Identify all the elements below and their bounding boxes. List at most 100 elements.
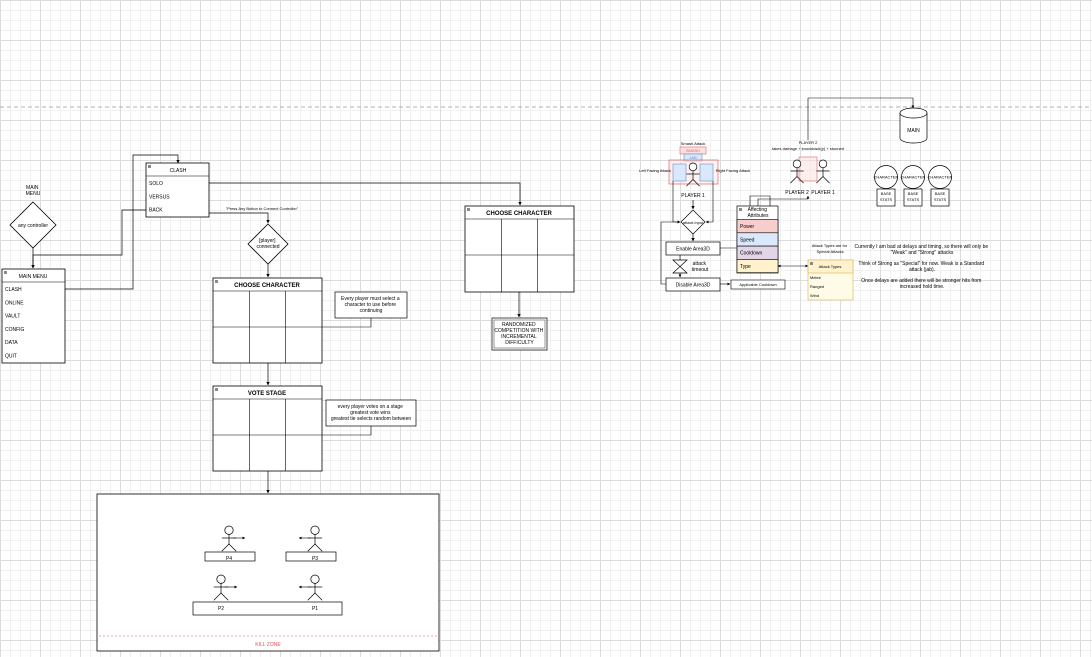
menu-icon <box>739 208 742 211</box>
main-menu-item[interactable]: CONFIG <box>5 327 25 333</box>
smash-attack-label: Smash Attack <box>681 141 705 146</box>
edge-player2-to-main <box>807 97 915 140</box>
note-1: Currently I am bad at delays and timing,… <box>854 244 989 256</box>
attack-input-label: attack input <box>683 220 704 225</box>
clash-menu-item[interactable]: BACK <box>149 208 163 214</box>
attack-types-title: Attack Types <box>819 264 842 269</box>
smash-box-label: SMASH <box>686 148 700 153</box>
attribute-label: Cooldown <box>740 251 762 257</box>
note-line: continuing <box>360 308 383 314</box>
edge-versus-to-connect <box>209 212 270 224</box>
start-label-line: MENU <box>26 191 41 197</box>
clash-menu-box[interactable]: CLASH SOLO VERSUS BACK <box>145 162 210 218</box>
clash-menu-item[interactable]: VERSUS <box>149 194 170 200</box>
connect-label-line: connected <box>256 244 279 250</box>
vote-stage-title: VOTE STAGE <box>248 391 286 397</box>
main-database-cylinder[interactable]: MAIN <box>899 107 928 144</box>
menu-icon <box>215 280 218 283</box>
edge-solo-to-choose2 <box>209 182 522 206</box>
choose-character-2-grid[interactable]: CHOOSE CHARACTER <box>464 205 575 293</box>
player2-block-title: PLAYER 2 <box>799 140 819 145</box>
arena-container: KILL ZONE <box>96 493 440 652</box>
menu-icon <box>148 165 151 168</box>
menu-icon <box>467 208 470 211</box>
player2-block-formula: takes damage + knockback(y) + stunned <box>772 146 844 151</box>
character-node[interactable]: CHARACTER BASESTATS <box>901 165 926 207</box>
character-node[interactable]: CHARACTER BASESTATS <box>874 165 899 207</box>
base-stats-label: BASE <box>881 191 892 196</box>
note-line: greatest tie selects random between <box>331 416 412 422</box>
player2-player1-label: PLAYER 1 <box>811 190 835 196</box>
character-name: CHARACTER <box>901 175 926 180</box>
note3-line: increased hold time. <box>900 284 945 290</box>
edge-left-hitbox-to-decision <box>672 181 681 224</box>
attribute-label: Power <box>740 224 755 230</box>
character-name: CHARACTER <box>874 175 899 180</box>
right-hitbox <box>699 163 714 182</box>
attribute-label: Speed <box>740 237 755 243</box>
main-menu-item[interactable]: ONLINE <box>5 300 24 306</box>
player2-label: PLAYER 2 <box>785 190 809 196</box>
note-3: Once delays are added there will be stro… <box>861 278 982 290</box>
player2-player1-figure <box>816 159 830 184</box>
edge-right-hitbox-to-decision <box>705 181 714 224</box>
attack-types-box: Attack Types Melee Ranged Wind <box>807 259 854 301</box>
choose-character-1-grid[interactable]: CHOOSE CHARACTER <box>212 277 323 364</box>
attack-type-item: Melee <box>810 275 822 280</box>
player-label: P1 <box>312 606 318 612</box>
diagram-canvas: MAIN MENU any controller MAIN MENU CLASH… <box>0 97 1092 652</box>
enable-area3d-label: Enable Area3D <box>676 247 710 253</box>
affecting-attributes-box: Affecting Attributes Power Speed Cooldown T… <box>736 205 779 274</box>
left-hitbox <box>672 163 687 182</box>
attribute-label: Type <box>740 264 751 270</box>
kill-zone-label: KILL ZONE <box>255 642 281 648</box>
timeout-line: timeout <box>692 267 709 273</box>
attack-note-line: Special Attacks <box>816 249 843 254</box>
applicable-cooldown-label: Applicable Cooldown <box>739 282 776 287</box>
base-stats-label: STATS <box>880 197 893 202</box>
character-node[interactable]: CHARACTER BASESTATS <box>928 165 953 207</box>
jab-box-label: JAB <box>689 155 697 160</box>
hourglass-icon <box>672 259 688 274</box>
base-stats-label: BASE <box>935 191 946 196</box>
player-label: P4 <box>226 556 232 562</box>
player1-label: PLAYER 1 <box>681 193 705 199</box>
main-menu-item[interactable]: QUIT <box>5 354 17 360</box>
player2-hitbox <box>798 156 818 182</box>
player-label: P3 <box>312 556 318 562</box>
edge-note-choose1 <box>322 318 372 328</box>
player-connected-label: [player] connected <box>256 238 279 250</box>
base-stats-label: STATS <box>907 197 920 202</box>
attr-title-line: Attributes <box>747 213 769 219</box>
menu-icon <box>215 388 218 391</box>
start-label: MAIN MENU <box>26 185 41 197</box>
main-menu-item[interactable]: CLASH <box>5 287 22 293</box>
menu-icon <box>810 262 813 265</box>
menu-icon <box>4 271 7 274</box>
main-menu-item[interactable]: VAULT <box>5 314 20 320</box>
edge-attributes-to-player2 <box>757 195 810 206</box>
main-menu-item[interactable]: DATA <box>5 340 18 346</box>
attack-note-line: Attack Types are for <box>812 243 848 248</box>
clash-menu-item[interactable]: SOLO <box>149 181 163 187</box>
any-controller-label: any controller <box>18 223 48 229</box>
choose-character-1-title: CHOOSE CHARACTER <box>234 283 300 289</box>
main-database-label: MAIN <box>907 128 920 134</box>
main-menu-title: MAIN MENU <box>19 274 48 280</box>
connect-note: "Press Any Button to Connect Controller" <box>226 206 299 211</box>
edge-note-vote <box>322 426 372 436</box>
attack-type-item: Wind <box>810 293 819 298</box>
clash-menu-title: CLASH <box>170 168 187 174</box>
vote-stage-grid[interactable]: VOTE STAGE <box>212 385 323 472</box>
main-menu-box[interactable]: MAIN MENU CLASH ONLINE VAULT CONFIG DATA QUIT <box>1 268 66 364</box>
platform-main <box>192 601 343 616</box>
choose-character-2-title: CHOOSE CHARACTER <box>486 211 552 217</box>
attack-types-note: Attack Types are for Special Attacks <box>812 243 849 254</box>
result-line: DIFFICULTY <box>505 340 534 346</box>
note1-line: "Weak" and "Strong" attacks <box>891 250 954 256</box>
right-facing-label: Right Facing Attack <box>716 168 750 173</box>
attack-type-item: Ranged <box>810 284 824 289</box>
attack-timeout-label: attack timeout <box>692 261 709 273</box>
base-stats-label: BASE <box>908 191 919 196</box>
disable-area3d-label: Disable Area3D <box>676 283 711 289</box>
